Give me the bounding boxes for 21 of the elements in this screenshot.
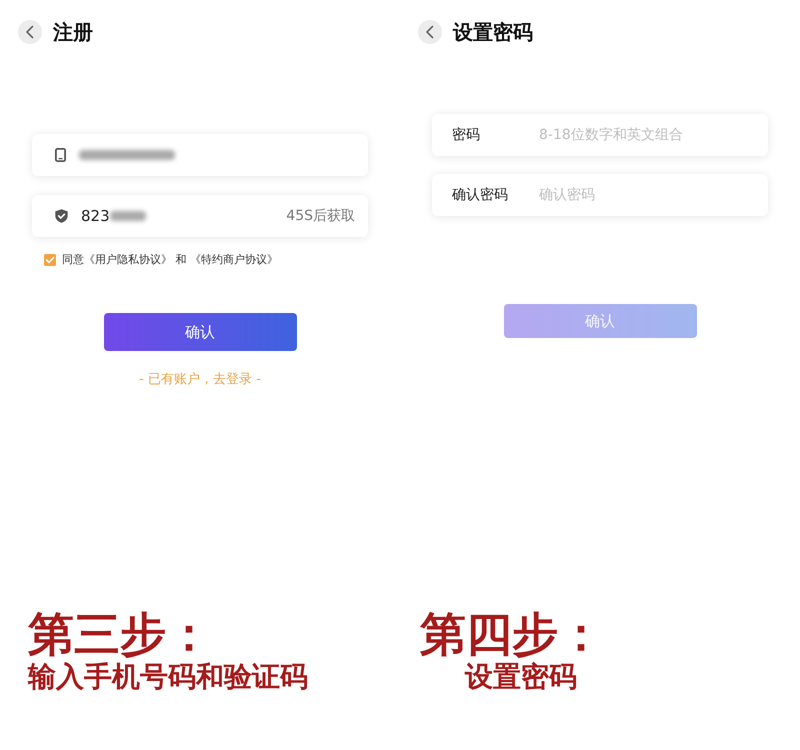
back-icon[interactable] <box>18 20 42 44</box>
code-value: 823 <box>81 207 110 225</box>
step-heading: 第四步： <box>420 608 604 660</box>
phone-icon <box>55 148 66 162</box>
password-input[interactable]: 8-18位数字和英文组合 <box>539 120 756 150</box>
shield-icon <box>55 209 68 223</box>
back-icon[interactable] <box>418 20 442 44</box>
field-label: 确认密码 <box>452 186 509 204</box>
phone-number-field[interactable] <box>32 134 368 176</box>
field-label: 密码 <box>452 126 481 144</box>
screen-title: 设置密码 <box>453 20 533 44</box>
resend-code-button[interactable]: 45S后获取 <box>286 207 355 225</box>
step-description: 设置密码 <box>465 660 577 694</box>
agreement-checkbox[interactable] <box>44 254 56 266</box>
password-input[interactable]: 确认密码 <box>539 180 756 210</box>
step-description: 输入手机号码和验证码 <box>28 660 308 694</box>
confirm-button[interactable]: 确认 <box>104 313 296 351</box>
agreement-text: 同意《用户隐私协议》 和 《特约商户协议》 <box>62 254 278 266</box>
step-heading: 第三步： <box>28 608 212 660</box>
screen-title: 注册 <box>53 20 93 44</box>
verification-code-field[interactable]: 823 45S后获取 <box>32 195 368 237</box>
